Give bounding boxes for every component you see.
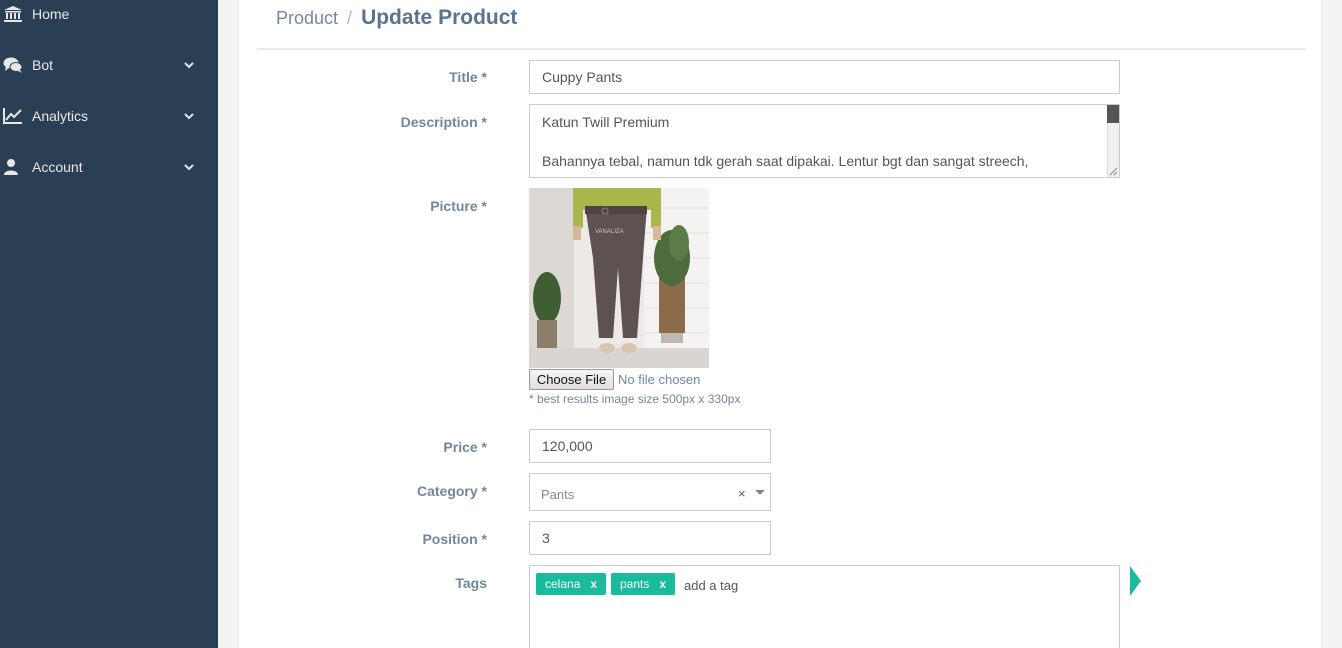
category-select[interactable]: Pants ×: [529, 473, 771, 511]
caret-right-icon: [1130, 566, 1141, 596]
tag-remove-icon[interactable]: x: [659, 577, 666, 591]
line-chart-icon: [3, 108, 22, 124]
bank-icon: [4, 6, 22, 22]
description-line: Katun Twill Premium: [542, 114, 670, 130]
content-panel: Product / Update Product Title * Cuppy P…: [238, 0, 1322, 648]
title-input[interactable]: Cuppy Pants: [529, 60, 1120, 94]
comments-icon: [3, 57, 23, 73]
file-status: No file chosen: [618, 372, 701, 387]
sidebar-item-label: Analytics: [32, 108, 89, 124]
tag-text: pants: [620, 577, 650, 591]
resize-grip-icon[interactable]: [1108, 166, 1118, 176]
user-icon: [4, 159, 18, 175]
category-label: Category *: [416, 483, 487, 499]
choose-file-button[interactable]: Choose File: [529, 369, 614, 390]
position-label: Position *: [422, 531, 487, 547]
photo-watermark: VANALIZA: [595, 229, 624, 235]
sidebar-item-analytics[interactable]: Analytics: [0, 96, 218, 136]
sidebar-item-account[interactable]: Account: [0, 147, 218, 187]
price-label: Price *: [443, 439, 487, 455]
chevron-down-icon: [184, 164, 194, 171]
breadcrumb-separator: /: [347, 8, 353, 28]
breadcrumb-link-product[interactable]: Product: [276, 8, 338, 29]
chevron-down-icon: [184, 113, 194, 120]
chevron-down-icon: [184, 62, 194, 69]
sidebar-item-home[interactable]: Home: [0, 0, 218, 34]
product-image: VANALIZA: [529, 188, 709, 368]
category-selected-value: Pants: [541, 487, 575, 502]
sidebar-item-label: Account: [32, 159, 83, 175]
sidebar-item-label: Home: [32, 6, 70, 22]
description-label: Description *: [400, 114, 487, 130]
sidebar-item-label: Bot: [32, 57, 54, 73]
image-size-hint: * best results image size 500px x 330px: [529, 392, 741, 406]
page-title: Update Product: [361, 6, 518, 29]
product-photo: VANALIZA: [529, 188, 709, 368]
title-label: Title *: [449, 69, 487, 85]
tag-remove-icon[interactable]: x: [590, 577, 597, 591]
sidebar: Home Bot Analytics Account: [0, 0, 218, 648]
divider: [257, 48, 1305, 50]
tag-chip: pants x: [611, 573, 676, 595]
tag-chip: celana x: [536, 573, 607, 595]
description-line: Bahannya tebal, namun tdk gerah saat dip…: [542, 153, 1029, 169]
picture-label: Picture *: [430, 198, 487, 214]
scrollbar-thumb[interactable]: [1107, 105, 1119, 123]
dropdown-caret-icon[interactable]: [755, 490, 765, 495]
clear-selection-icon[interactable]: ×: [738, 486, 746, 501]
breadcrumb: Product / Update Product: [276, 6, 517, 34]
price-input[interactable]: 120,000: [529, 429, 771, 463]
tags-label: Tags: [455, 575, 487, 591]
position-input[interactable]: 3: [529, 521, 771, 555]
tag-text: celana: [545, 577, 581, 591]
tags-input[interactable]: celana x pants x add a tag: [529, 565, 1120, 648]
sidebar-item-bot[interactable]: Bot: [0, 45, 218, 85]
description-textarea[interactable]: Katun Twill Premium Bahannya tebal, namu…: [529, 104, 1120, 178]
add-tag-placeholder[interactable]: add a tag: [684, 578, 738, 593]
